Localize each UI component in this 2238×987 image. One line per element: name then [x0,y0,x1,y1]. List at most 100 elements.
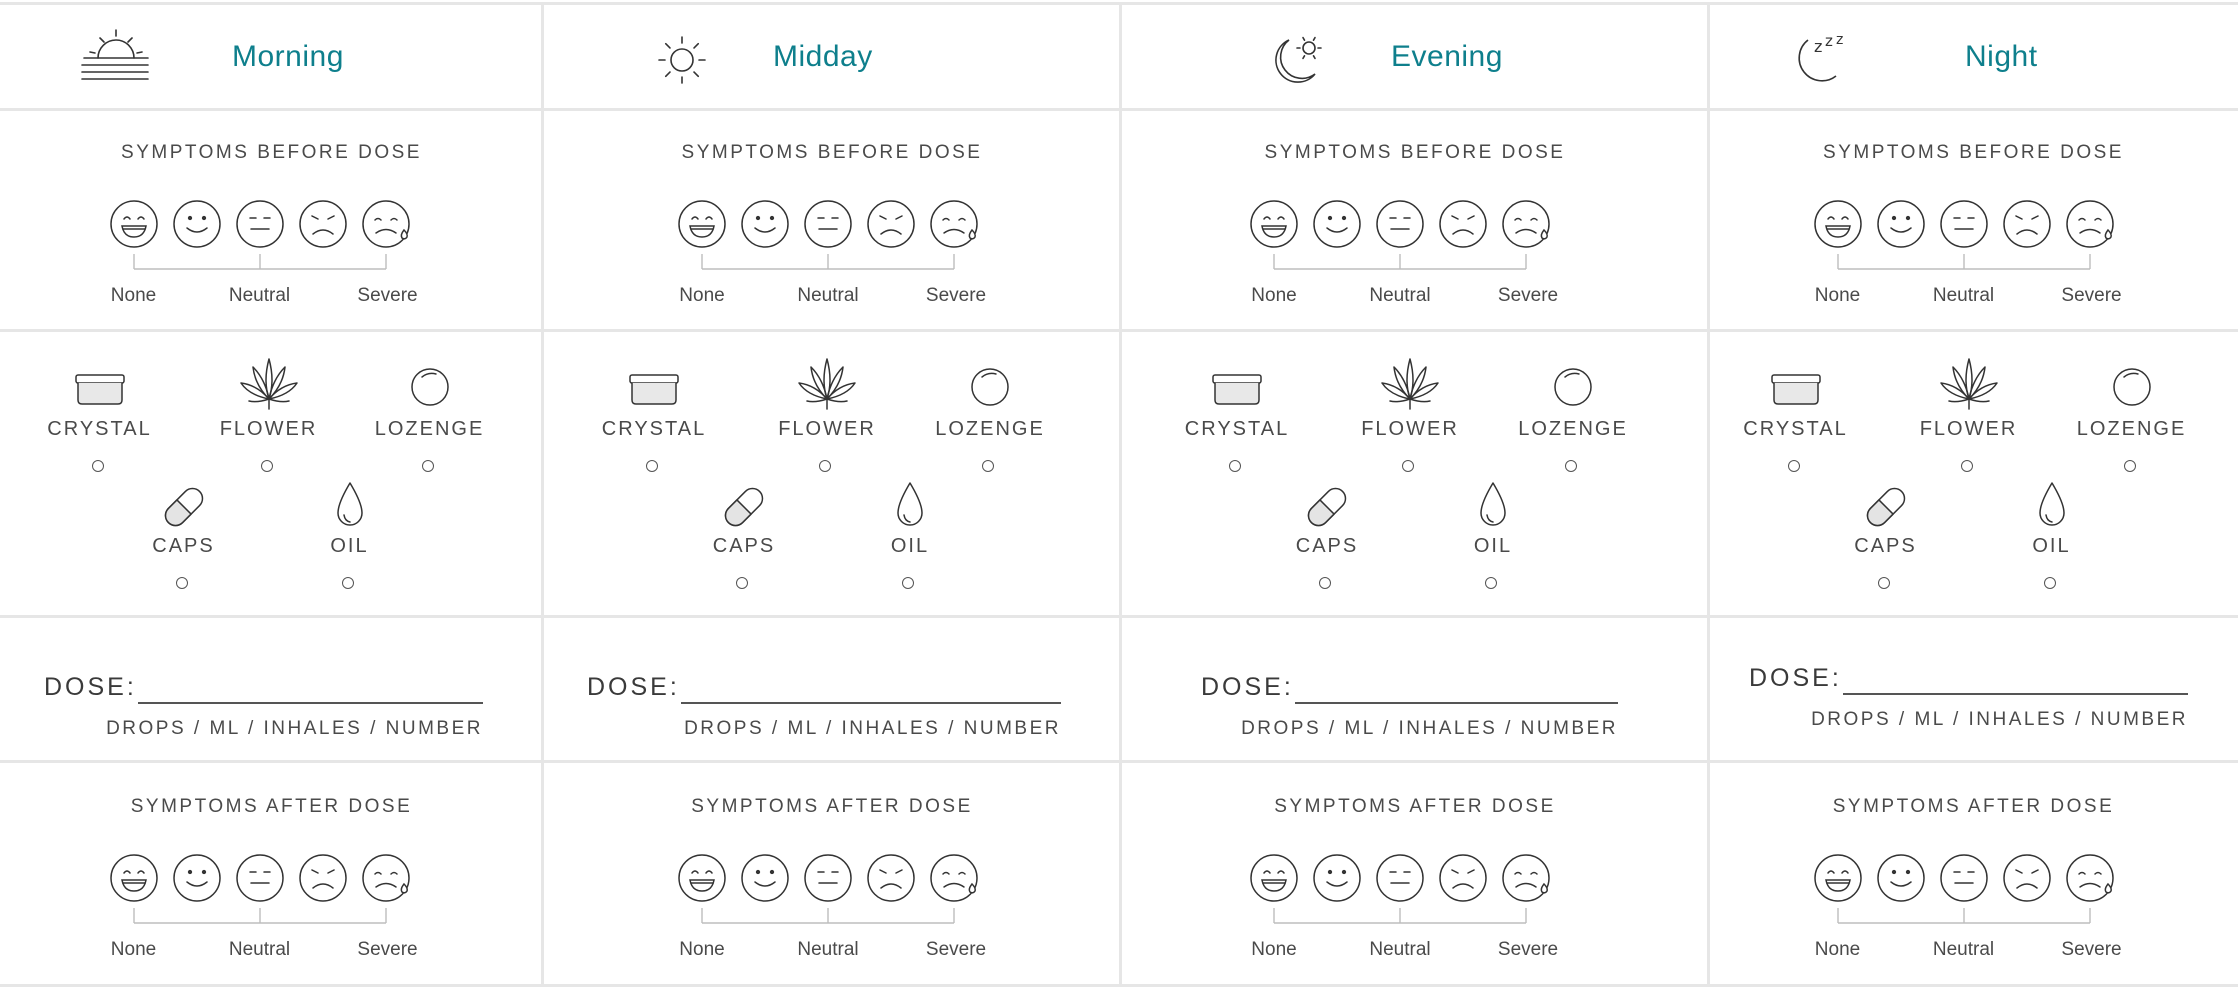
laughing-face-icon[interactable] [676,852,728,904]
product-form-section: CRYSTAL FLOWER LOZENGE CAPS OIL [1121,333,1709,618]
scale-label-severe: Severe [925,285,987,306]
flower-radio[interactable] [1960,460,1973,472]
smiling-face-icon[interactable] [739,198,791,250]
laughing-face-icon[interactable] [1812,198,1864,250]
oil-radio[interactable] [2043,577,2056,589]
sad-tear-face-icon[interactable] [1500,852,1552,904]
flower-radio[interactable] [260,460,273,472]
flower-label: FLOWER [1919,418,2018,440]
smiling-face-icon[interactable] [739,852,791,904]
scale-label-severe: Severe [925,939,987,960]
flower-icon [239,353,299,418]
period-header: Morning [0,0,543,110]
sad-tear-face-icon[interactable] [2064,198,2116,250]
smiling-face-icon[interactable] [1875,852,1927,904]
crystal-radio[interactable] [91,460,104,472]
laughing-face-icon[interactable] [676,198,728,250]
lozenge-label: LOZENGE [1518,418,1628,440]
caps-radio[interactable] [1319,577,1331,589]
frowning-face-icon[interactable] [1437,852,1489,904]
sad-tear-face-icon[interactable] [928,852,980,904]
caps-radio[interactable] [175,577,188,589]
caps-radio[interactable] [736,577,748,589]
frowning-face-icon[interactable] [297,852,349,904]
neutral-face-icon[interactable] [1938,198,1990,250]
smiling-face-icon[interactable] [1311,852,1363,904]
laughing-face-icon[interactable] [108,852,160,904]
scale-label-severe: Severe [2061,285,2122,306]
scale-bracket [701,908,955,924]
dose-input-line[interactable] [1295,702,1618,704]
caps-icon [1856,473,1916,538]
frowning-face-icon[interactable] [2001,198,2053,250]
scale-label-neutral: Neutral [1369,285,1431,306]
dose-label: DOSE: [1201,673,1294,701]
crystal-radio[interactable] [1229,460,1241,472]
neutral-face-icon[interactable] [802,198,854,250]
period-header: Midday [543,0,1121,110]
scale-label-neutral: Neutral [1932,285,1995,306]
scale-bracket [1836,908,2091,924]
frowning-face-icon[interactable] [1437,198,1489,250]
frowning-face-icon[interactable] [865,852,917,904]
crystal-label: CRYSTAL [1184,418,1290,440]
scale-bracket [132,254,387,270]
dose-input-line[interactable] [138,702,483,704]
flower-radio[interactable] [819,460,831,472]
scale-bracket [132,908,387,924]
sad-tear-face-icon[interactable] [360,198,412,250]
neutral-face-icon[interactable] [1374,198,1426,250]
smiling-face-icon[interactable] [1311,198,1363,250]
lozenge-radio[interactable] [2123,460,2136,472]
sad-tear-face-icon[interactable] [360,852,412,904]
crystal-radio[interactable] [1787,460,1800,472]
sad-tear-face-icon[interactable] [928,198,980,250]
neutral-face-icon[interactable] [1374,852,1426,904]
symptoms-after-label: SYMPTOMS AFTER DOSE [1832,796,2115,817]
scale-label-severe: Severe [1497,939,1559,960]
period-header: z z z Night [1709,0,2238,110]
smiling-face-icon[interactable] [1875,198,1927,250]
oil-radio[interactable] [341,577,354,589]
frowning-face-icon[interactable] [2001,852,2053,904]
scale-label-severe: Severe [357,285,418,306]
lozenge-radio[interactable] [1565,460,1577,472]
laughing-face-icon[interactable] [1248,852,1300,904]
lozenge-icon [2102,353,2162,418]
neutral-face-icon[interactable] [234,852,286,904]
sad-tear-face-icon[interactable] [1500,198,1552,250]
dose-input-line[interactable] [681,702,1061,704]
neutral-face-icon[interactable] [234,198,286,250]
frowning-face-icon[interactable] [865,198,917,250]
laughing-face-icon[interactable] [1248,198,1300,250]
smiling-face-icon[interactable] [171,852,223,904]
frowning-face-icon[interactable] [297,198,349,250]
crystal-icon [624,353,684,418]
flower-radio[interactable] [1402,460,1414,472]
caps-radio[interactable] [1877,577,1890,589]
scale-label-none: None [1814,939,1861,960]
lozenge-radio[interactable] [421,460,434,472]
caps-icon [154,473,214,538]
oil-label: OIL [1473,535,1513,557]
caps-icon [714,473,774,538]
symptoms-after-label: SYMPTOMS AFTER DOSE [691,796,973,817]
laughing-face-icon[interactable] [1812,852,1864,904]
symptoms-after-section: SYMPTOMS AFTER DOSE None Neutral Severe [543,766,1121,960]
scale-label-none: None [110,939,157,960]
crystal-radio[interactable] [646,460,658,472]
dose-input-line[interactable] [1843,693,2188,695]
lozenge-radio[interactable] [982,460,994,472]
oil-radio[interactable] [902,577,914,589]
symptoms-before-label: SYMPTOMS BEFORE DOSE [121,142,422,163]
neutral-face-icon[interactable] [1938,852,1990,904]
symptoms-before-section: SYMPTOMS BEFORE DOSE None Neutral Severe [0,112,543,306]
sad-tear-face-icon[interactable] [2064,852,2116,904]
smiling-face-icon[interactable] [171,198,223,250]
laughing-face-icon[interactable] [108,198,160,250]
oil-radio[interactable] [1485,577,1497,589]
scale-bracket [701,254,955,270]
neutral-face-icon[interactable] [802,852,854,904]
period-title: Night [1965,40,2038,73]
sunrise-icon [76,22,156,92]
